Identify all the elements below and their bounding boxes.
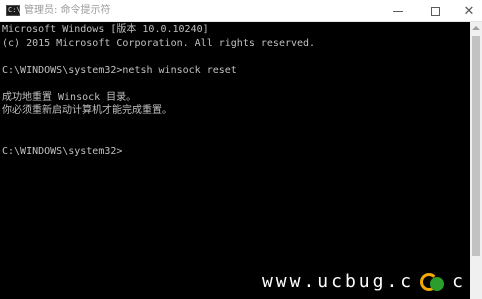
console-output[interactable]: Microsoft Windows [版本 10.0.10240] (c) 201… <box>0 23 470 299</box>
watermark-text-right: c <box>452 271 466 292</box>
console-line: C:\WINDOWS\system32>netsh winsock reset <box>2 64 237 76</box>
watermark-text-left: www.ucbug.c <box>261 271 415 292</box>
title-bar[interactable]: C:\ 管理员: 命令提示符 ✕ <box>0 0 482 22</box>
minimize-icon <box>393 10 403 12</box>
watermark: www.ucbug.c c <box>262 271 466 293</box>
cmd-icon: C:\ <box>6 5 21 16</box>
ucbug-logo <box>418 273 448 291</box>
window-title: 管理员: 命令提示符 <box>24 5 111 16</box>
console-line: 你必须重新启动计算机才能完成重置。 <box>2 105 172 116</box>
maximize-button[interactable] <box>418 0 452 22</box>
console-line: 成功地重置 Winsock 目录。 <box>2 91 137 103</box>
console-line: C:\WINDOWS\system32> <box>2 145 123 157</box>
console-line: (c) 2015 Microsoft Corporation. All righ… <box>2 37 316 49</box>
scroll-up-arrow-icon[interactable] <box>472 26 480 30</box>
scroll-thumb[interactable] <box>472 36 480 256</box>
minimize-button[interactable] <box>381 0 415 22</box>
close-icon: ✕ <box>463 3 475 19</box>
maximize-icon <box>430 6 440 16</box>
close-button[interactable]: ✕ <box>452 0 482 22</box>
command-prompt-window: C:\ 管理员: 命令提示符 ✕ Microsoft Windows [版本 1… <box>0 0 482 299</box>
vertical-scrollbar[interactable] <box>470 22 482 299</box>
console-line: Microsoft Windows [版本 10.0.10240] <box>2 24 209 35</box>
